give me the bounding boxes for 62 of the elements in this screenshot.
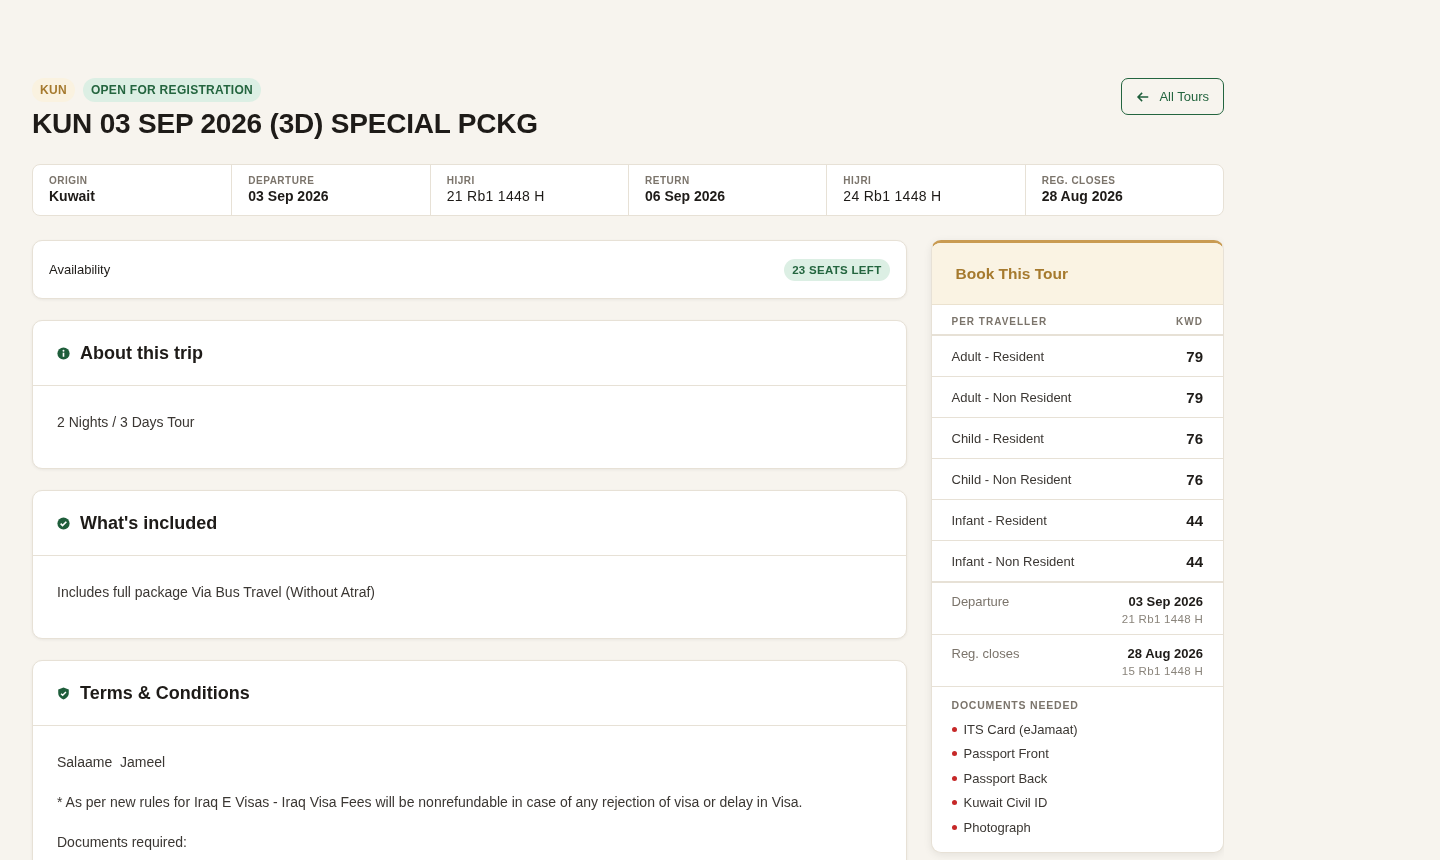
- date-value: 03 Sep 2026: [1127, 594, 1203, 609]
- check-circle-icon: [57, 516, 70, 530]
- availability-label: Availability: [49, 262, 111, 277]
- price-amount: 44: [1186, 511, 1203, 529]
- price-label: Child - Resident: [951, 430, 1044, 446]
- paragraph: Includes full package Via Bus Travel (Without Atraf): [57, 584, 376, 600]
- column-heading: PER TRAVELLER: [951, 316, 1048, 327]
- fact-value: Kuwait: [49, 188, 96, 204]
- price-amount: 79: [1186, 347, 1203, 365]
- fact-label: REG. CLOSES: [1041, 175, 1117, 186]
- shield-check-icon: [57, 686, 70, 700]
- document-item: ITS Card (eJamaat): [963, 721, 1078, 737]
- arrow-left-icon: [1136, 89, 1151, 104]
- section-title: About this trip: [80, 342, 203, 364]
- hijri-date: 15 Rb1 1448 H: [1121, 665, 1203, 677]
- document-item: Passport Back: [963, 770, 1048, 786]
- document-item: Passport Front: [963, 746, 1049, 762]
- code-badge: KUN: [32, 78, 75, 102]
- paragraph: Documents required:: [57, 834, 188, 850]
- fact-value: 06 Sep 2026: [645, 188, 727, 204]
- bullet-icon: [951, 751, 957, 757]
- paragraph: 2 Nights / 3 Days Tour: [57, 414, 196, 430]
- fact-label: DEPARTURE: [248, 175, 316, 186]
- price-label: Infant - Non Resident: [951, 553, 1075, 569]
- bullet-icon: [951, 800, 957, 806]
- section-title: What's included: [80, 512, 218, 534]
- tour-title: KUN 03 SEP 2026 (3D) SPECIAL PCKG: [32, 108, 538, 140]
- fact-value: 03 Sep 2026: [248, 188, 330, 204]
- price-amount: 79: [1186, 388, 1203, 406]
- paragraph: * As per new rules for Iraq E Visas - Iraq Visa Fees will be nonrefundable in case of any rejection of visa or delay in Visa.: [57, 794, 804, 810]
- status-badge: OPEN FOR REGISTRATION: [82, 78, 261, 102]
- bullet-icon: [951, 824, 957, 830]
- documents-heading: DOCUMENTS NEEDED: [951, 699, 1080, 711]
- price-label: Adult - Resident: [951, 348, 1044, 364]
- document-item: Kuwait Civil ID: [963, 795, 1048, 811]
- fact-label: RETURN: [645, 175, 691, 186]
- column-heading: KWD: [1176, 316, 1203, 327]
- price-amount: 76: [1186, 470, 1203, 488]
- booking-title: Book This Tour: [955, 264, 1068, 283]
- price-label: Infant - Resident: [951, 512, 1047, 528]
- bullet-icon: [951, 726, 957, 732]
- fact-label: HIJRI: [446, 175, 476, 186]
- price-amount: 76: [1186, 429, 1203, 447]
- fact-label: HIJRI: [843, 175, 873, 186]
- all-tours-button[interactable]: All Tours: [1121, 78, 1224, 115]
- seats-badge: 23 SEATS LEFT: [784, 258, 890, 281]
- date-label: Reg. closes: [951, 646, 1020, 663]
- info-icon: [57, 346, 70, 360]
- fact-label: ORIGIN: [49, 175, 89, 186]
- date-label: Departure: [951, 594, 1010, 611]
- section-title: Terms & Conditions: [80, 682, 250, 704]
- fact-value: 24 Rb1 1448 H: [843, 188, 943, 204]
- fact-value: 28 Aug 2026: [1041, 188, 1124, 204]
- hijri-date: 21 Rb1 1448 H: [1121, 613, 1203, 625]
- bullet-icon: [951, 775, 957, 781]
- date-value: 28 Aug 2026: [1126, 646, 1203, 661]
- paragraph: Salaame Jameel: [57, 754, 167, 770]
- document-item: Photograph: [963, 819, 1031, 835]
- price-label: Adult - Non Resident: [951, 389, 1072, 405]
- price-amount: 44: [1186, 552, 1203, 570]
- fact-value: 21 Rb1 1448 H: [446, 188, 546, 204]
- price-label: Child - Non Resident: [951, 471, 1072, 487]
